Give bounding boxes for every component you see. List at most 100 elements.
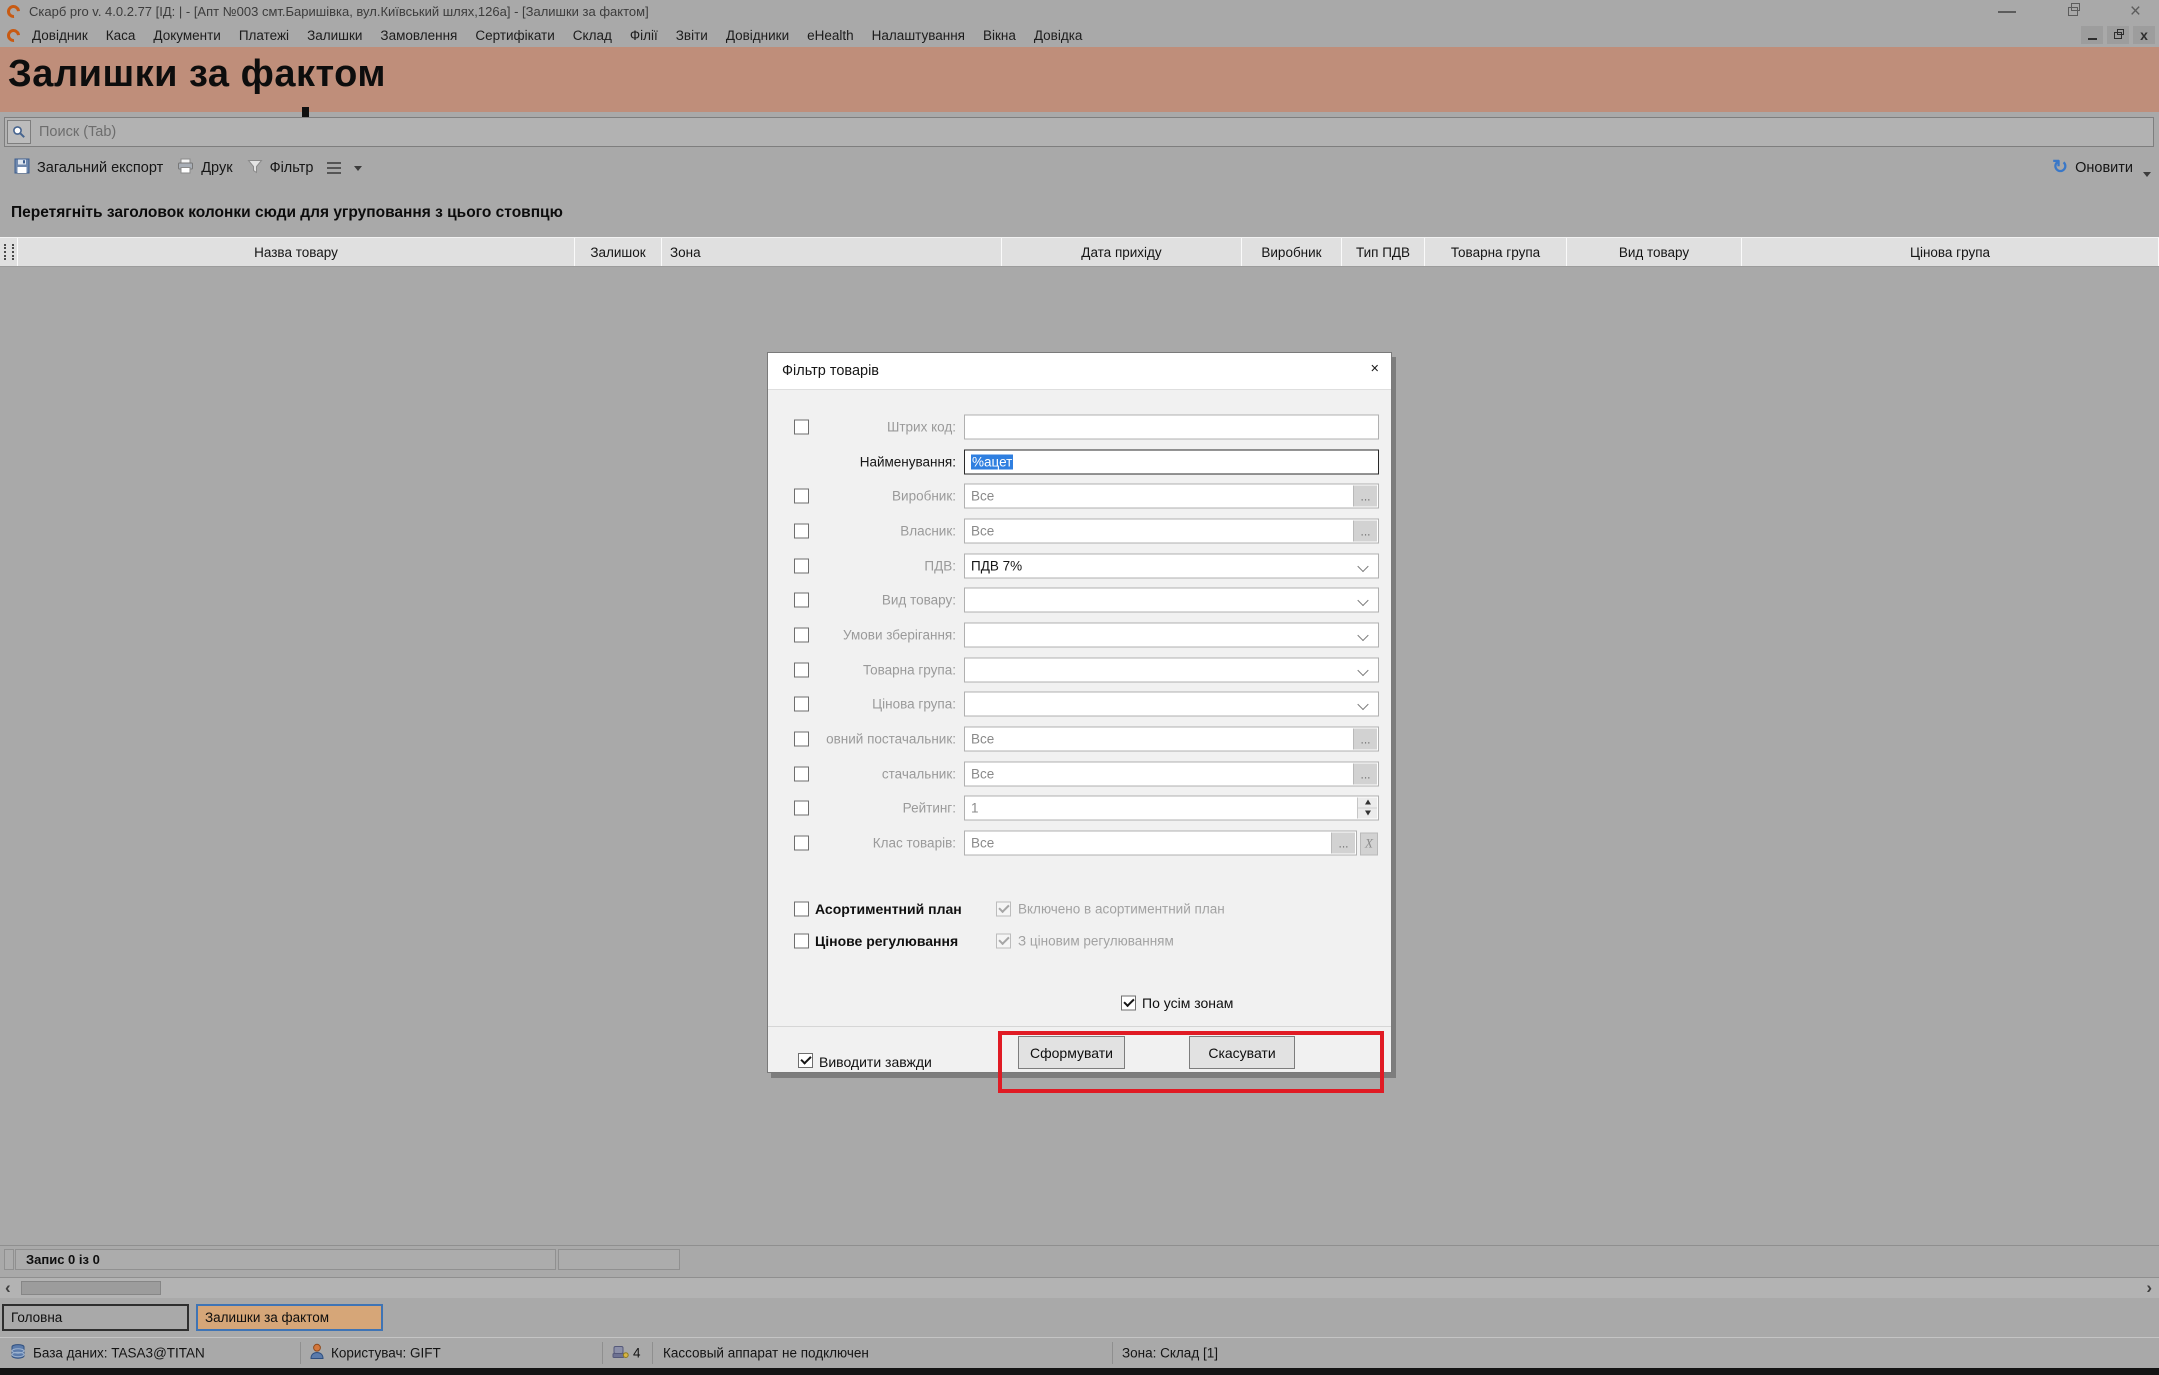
ellipsis-button[interactable]: ... bbox=[1353, 763, 1377, 784]
text-input[interactable] bbox=[964, 414, 1379, 439]
column-header[interactable]: Дата прихіду bbox=[1002, 238, 1242, 266]
row-checkbox[interactable] bbox=[794, 766, 809, 781]
chevron-down-icon[interactable] bbox=[1357, 664, 1368, 675]
menu-item[interactable]: Залишки bbox=[307, 28, 362, 43]
ellipsis-button[interactable]: ... bbox=[1353, 728, 1377, 749]
menu-item[interactable]: Довідники bbox=[726, 28, 789, 43]
combo-select[interactable]: ПДВ 7% bbox=[964, 553, 1379, 578]
search-bar[interactable]: Поиск (Tab) bbox=[4, 117, 2154, 147]
all-zones-checkbox[interactable] bbox=[1121, 996, 1136, 1011]
tab-inactive[interactable]: Головна bbox=[2, 1304, 189, 1331]
row-label: Вид товару: bbox=[808, 592, 956, 607]
scroll-left-arrow[interactable]: ‹ bbox=[5, 1278, 11, 1298]
menu-item[interactable]: Сертифікати bbox=[475, 28, 554, 43]
ellipsis-button[interactable]: ... bbox=[1353, 485, 1377, 506]
refresh-button[interactable]: ↻ Оновити bbox=[2052, 159, 2133, 177]
table-header: Назва товаруЗалишокЗонаДата прихідуВироб… bbox=[0, 237, 2159, 267]
menu-item[interactable]: Налаштування bbox=[872, 28, 965, 43]
chevron-down-icon[interactable] bbox=[1357, 594, 1368, 605]
column-header[interactable]: Товарна група bbox=[1425, 238, 1567, 266]
field-value: Все bbox=[971, 766, 994, 781]
row-checkbox[interactable] bbox=[794, 627, 809, 642]
menu-item[interactable]: Склад bbox=[573, 28, 612, 43]
minimize-button[interactable] bbox=[1998, 11, 2016, 13]
left-checkbox[interactable] bbox=[794, 934, 809, 949]
lookup-field[interactable]: Все... bbox=[964, 518, 1379, 543]
scroll-right-arrow[interactable]: › bbox=[2146, 1278, 2152, 1298]
menu-item[interactable]: Філії bbox=[630, 28, 658, 43]
close-button[interactable]: × bbox=[2130, 2, 2141, 21]
dialog-close-icon[interactable]: × bbox=[1371, 357, 1379, 381]
lookup-field[interactable]: Все... bbox=[964, 483, 1379, 508]
menu-item[interactable]: Платежі bbox=[239, 28, 289, 43]
mdi-close-button[interactable]: x bbox=[2133, 26, 2155, 44]
combo-select[interactable] bbox=[964, 657, 1379, 682]
filter-button[interactable]: Фільтр bbox=[247, 159, 314, 178]
menu-item[interactable]: Документи bbox=[153, 28, 220, 43]
text-input[interactable]: %ацет bbox=[964, 449, 1379, 474]
print-button[interactable]: Друк bbox=[177, 158, 232, 178]
horizontal-scrollbar[interactable]: ‹ › bbox=[0, 1277, 2159, 1298]
menu-item[interactable]: Довідник bbox=[32, 28, 88, 43]
menu-item[interactable]: Каса bbox=[106, 28, 136, 43]
search-icon[interactable] bbox=[7, 120, 31, 144]
row-checkbox[interactable] bbox=[794, 419, 809, 434]
chevron-down-icon[interactable] bbox=[1357, 698, 1368, 709]
clear-button[interactable]: X bbox=[1360, 832, 1378, 855]
column-header[interactable]: Залишок bbox=[575, 238, 662, 266]
grouping-drop-zone[interactable]: Перетягніть заголовок колонки сюди для у… bbox=[0, 190, 2159, 236]
right-checkbox-disabled bbox=[996, 934, 1011, 949]
scrollbar-thumb[interactable] bbox=[21, 1281, 161, 1295]
spinner-field[interactable]: 1 bbox=[964, 795, 1379, 820]
row-checkbox[interactable] bbox=[794, 558, 809, 573]
submit-button[interactable]: Сформувати bbox=[1018, 1036, 1125, 1069]
column-header[interactable]: Цінова група bbox=[1742, 238, 2159, 266]
lookup-field[interactable]: Все... bbox=[964, 726, 1379, 751]
combo-select[interactable] bbox=[964, 587, 1379, 612]
row-checkbox[interactable] bbox=[794, 523, 809, 538]
mdi-minimize-button[interactable] bbox=[2081, 26, 2103, 44]
row-checkbox[interactable] bbox=[794, 835, 809, 850]
table-corner-cell[interactable] bbox=[0, 238, 18, 266]
column-header[interactable]: Зона bbox=[662, 238, 1002, 266]
database-icon bbox=[10, 1344, 26, 1363]
chevron-down-icon[interactable] bbox=[1357, 629, 1368, 640]
lookup-field[interactable]: Все...X bbox=[964, 830, 1357, 855]
row-checkbox[interactable] bbox=[794, 696, 809, 711]
menu-item[interactable]: Звіти bbox=[676, 28, 708, 43]
mdi-restore-button[interactable] bbox=[2107, 26, 2129, 44]
refresh-chevron-icon[interactable] bbox=[2143, 172, 2151, 177]
row-checkbox[interactable] bbox=[794, 488, 809, 503]
row-checkbox[interactable] bbox=[794, 800, 809, 815]
row-checkbox[interactable] bbox=[794, 662, 809, 677]
export-button[interactable]: Загальний експорт bbox=[14, 158, 163, 178]
row-control: Все... bbox=[964, 483, 1379, 508]
filter-row: Штрих код: bbox=[768, 409, 1391, 444]
column-header[interactable]: Назва товару bbox=[18, 238, 575, 266]
lookup-field[interactable]: Все... bbox=[964, 761, 1379, 786]
menu-item[interactable]: Довідка bbox=[1034, 28, 1083, 43]
combo-select[interactable] bbox=[964, 622, 1379, 647]
restore-button[interactable] bbox=[2068, 7, 2078, 16]
row-checkbox[interactable] bbox=[794, 592, 809, 607]
row-checkbox[interactable] bbox=[794, 731, 809, 746]
spin-down-button[interactable] bbox=[1358, 808, 1377, 818]
spin-up-button[interactable] bbox=[1358, 797, 1377, 808]
menu-item[interactable]: Замовлення bbox=[380, 28, 457, 43]
field-value: Все bbox=[971, 835, 994, 850]
column-header[interactable]: Тип ПДВ bbox=[1342, 238, 1425, 266]
left-checkbox[interactable] bbox=[794, 902, 809, 917]
ellipsis-button[interactable]: ... bbox=[1331, 832, 1355, 853]
menu-item[interactable]: Вікна bbox=[983, 28, 1016, 43]
column-header[interactable]: Виробник bbox=[1242, 238, 1342, 266]
dialog-title-bar[interactable]: Фільтр товарів × bbox=[768, 353, 1391, 390]
combo-select[interactable] bbox=[964, 691, 1379, 716]
always-show-checkbox[interactable] bbox=[798, 1053, 813, 1068]
ellipsis-button[interactable]: ... bbox=[1353, 520, 1377, 541]
tab-active[interactable]: Залишки за фактом bbox=[196, 1304, 383, 1331]
column-header[interactable]: Вид товару bbox=[1567, 238, 1742, 266]
chevron-down-icon[interactable] bbox=[1357, 560, 1368, 571]
cancel-button[interactable]: Скасувати bbox=[1189, 1036, 1295, 1069]
view-options-button[interactable] bbox=[327, 162, 362, 174]
menu-item[interactable]: eHealth bbox=[807, 28, 854, 43]
